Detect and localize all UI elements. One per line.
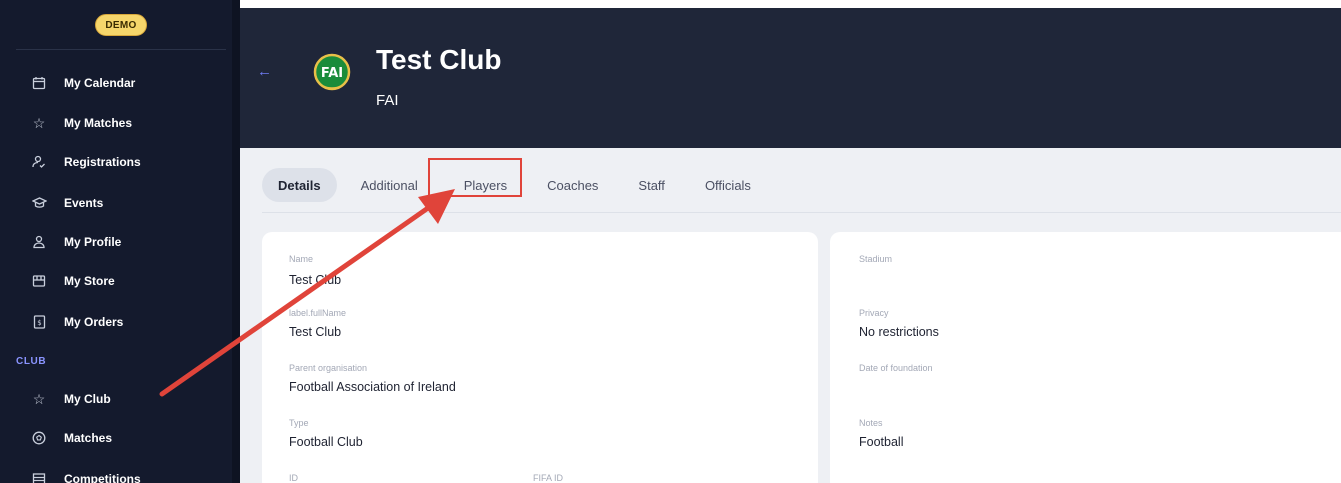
details-card-right: Stadium Privacy No restrictions Date of …: [830, 232, 1341, 483]
type-value: Football Club: [289, 435, 363, 449]
name-label: Name: [289, 254, 314, 264]
sidebar-item-label: Competitions: [64, 472, 141, 483]
sidebar-item-label: Registrations: [64, 155, 141, 169]
sidebar-item-label: My Store: [64, 274, 115, 288]
receipt-icon: $: [30, 313, 48, 331]
page-subtitle: FAI: [376, 92, 399, 109]
tab-details[interactable]: Details: [262, 168, 337, 202]
id-label: ID: [289, 473, 298, 483]
graduation-cap-icon: [30, 194, 48, 212]
parent-organisation-value: Football Association of Ireland: [289, 380, 456, 394]
calendar-icon: [30, 74, 48, 92]
page-title: Test Club: [376, 44, 502, 75]
sidebar-item-competitions[interactable]: Competitions: [0, 464, 232, 483]
sidebar-item-matches[interactable]: Matches: [0, 423, 232, 453]
annotation-highlight-box: [428, 158, 522, 197]
parent-organisation-label: Parent organisation: [289, 363, 368, 373]
user-check-icon: [30, 153, 48, 171]
tab-officials[interactable]: Officials: [689, 168, 767, 202]
star-icon: ☆: [32, 390, 46, 407]
sidebar-section-club: CLUB: [16, 356, 47, 367]
club-logo: FAI: [313, 49, 351, 95]
club-header: [240, 8, 1341, 148]
notes-value: Football: [859, 435, 904, 449]
demo-badge: DEMO: [95, 14, 147, 36]
details-card-left: Name Test Club label.fullName Test Club …: [262, 232, 818, 483]
name-value: Test Club: [289, 273, 342, 287]
sidebar-item-my-orders[interactable]: $ My Orders: [0, 307, 232, 337]
sidebar-item-label: Events: [64, 196, 104, 210]
tab-staff[interactable]: Staff: [622, 168, 681, 202]
back-arrow-icon[interactable]: ←: [257, 63, 272, 80]
sidebar-item-label: My Profile: [64, 235, 122, 249]
type-label: Type: [289, 418, 309, 428]
svg-text:$: $: [37, 319, 41, 327]
privacy-label: Privacy: [859, 308, 889, 318]
tab-coaches[interactable]: Coaches: [531, 168, 614, 202]
sidebar-item-registrations[interactable]: Registrations: [0, 147, 232, 177]
fifa-id-label: FIFA ID: [533, 473, 564, 483]
club-logo-text: FAI: [321, 66, 343, 81]
store-icon: [30, 272, 48, 290]
sidebar-item-events[interactable]: Events: [0, 188, 232, 218]
sidebar-item-label: My Calendar: [64, 76, 136, 90]
sidebar-item-label: Matches: [64, 431, 113, 445]
tabs-divider: [262, 212, 1341, 213]
privacy-value: No restrictions: [859, 325, 939, 339]
sidebar: DEMO My Calendar ☆ My Matches Registrati…: [0, 0, 232, 483]
sidebar-item-label: My Club: [64, 392, 111, 406]
date-of-foundation-label: Date of foundation: [859, 363, 933, 373]
sidebar-item-my-matches[interactable]: ☆ My Matches: [0, 108, 232, 138]
notes-label: Notes: [859, 418, 883, 428]
sidebar-item-label: My Matches: [64, 116, 133, 130]
sidebar-item-label: My Orders: [64, 315, 124, 329]
stadium-label: Stadium: [859, 254, 893, 264]
sidebar-edge: [232, 0, 240, 483]
sidebar-item-my-calendar[interactable]: My Calendar: [0, 68, 232, 98]
sidebar-item-my-profile[interactable]: My Profile: [0, 227, 232, 257]
sidebar-divider: [16, 49, 226, 50]
sidebar-item-my-store[interactable]: My Store: [0, 266, 232, 296]
soccer-ball-icon: [30, 429, 48, 447]
list-icon: [30, 470, 48, 483]
sidebar-item-my-club[interactable]: ☆ My Club: [0, 384, 232, 414]
fullname-label: label.fullName: [289, 308, 347, 318]
fullname-value: Test Club: [289, 325, 342, 339]
star-icon: ☆: [32, 114, 46, 131]
user-icon: [30, 233, 48, 251]
tab-additional[interactable]: Additional: [345, 168, 434, 202]
